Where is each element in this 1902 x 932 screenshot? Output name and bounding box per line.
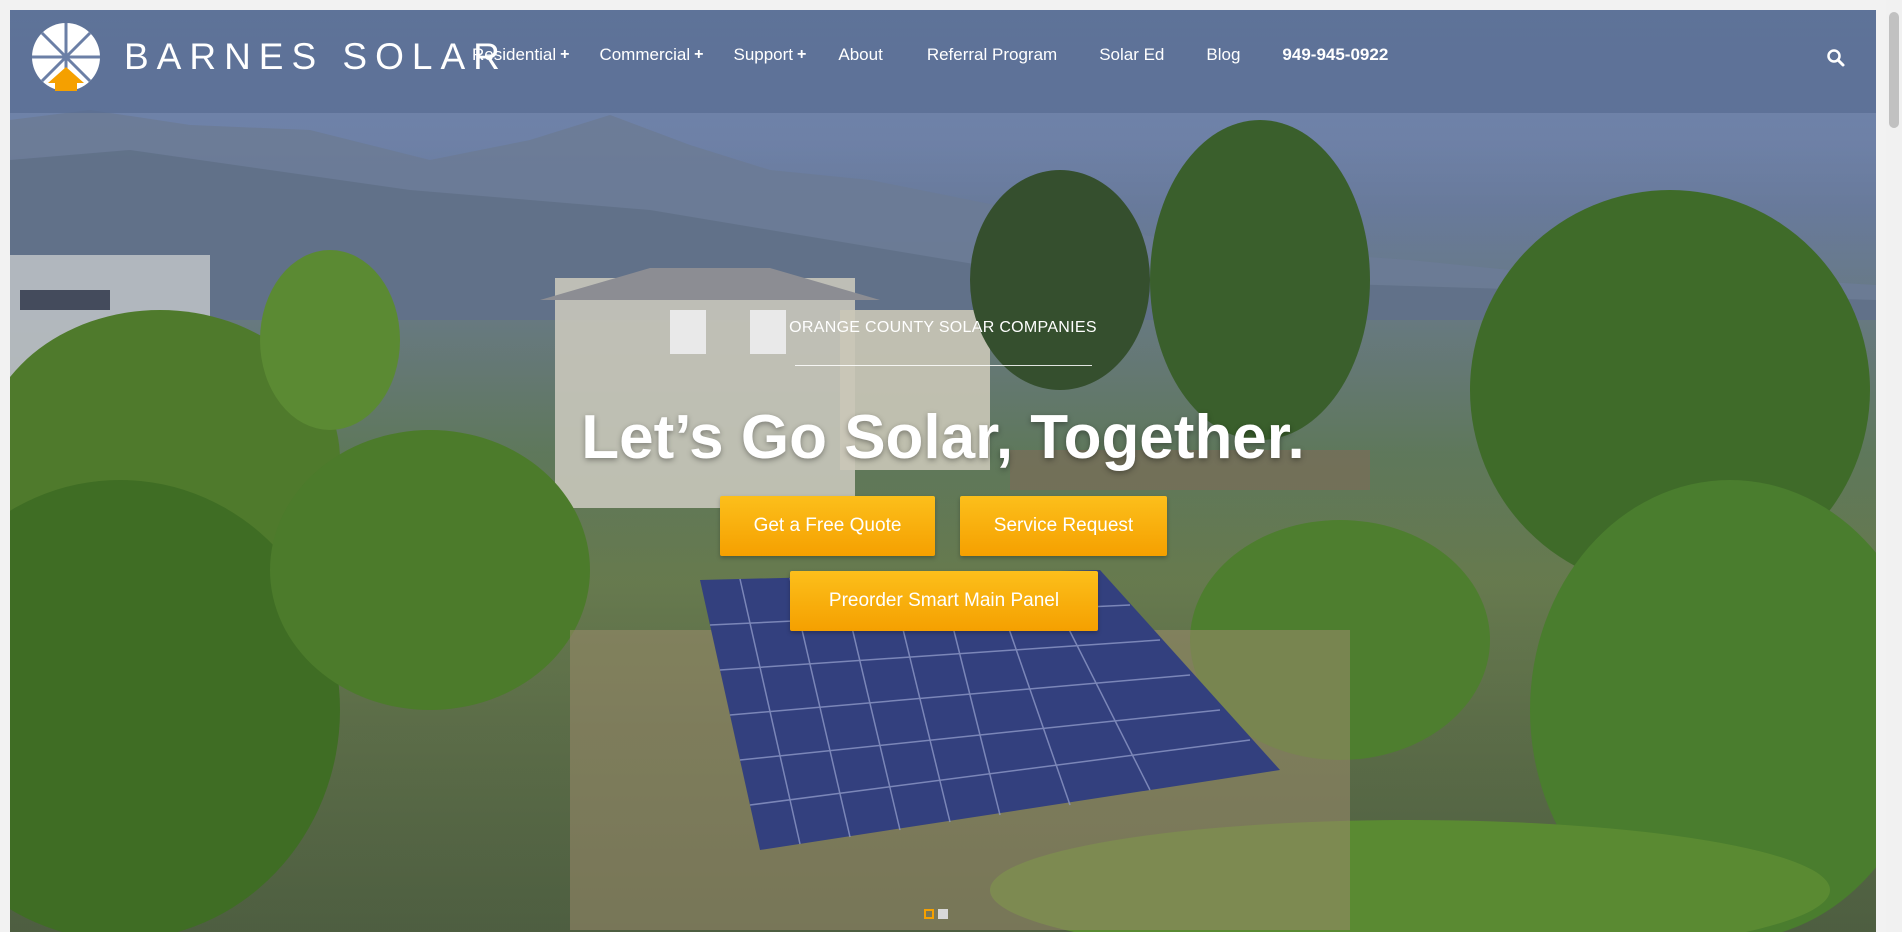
phone-link[interactable]: 949-945-0922 bbox=[1282, 45, 1388, 65]
plus-icon: + bbox=[560, 46, 570, 63]
sun-house-logo-icon bbox=[30, 21, 102, 93]
slider-pagination bbox=[924, 909, 948, 919]
slider-dot-2[interactable] bbox=[938, 909, 948, 919]
search-icon[interactable] bbox=[1826, 48, 1846, 68]
free-quote-button[interactable]: Get a Free Quote bbox=[720, 496, 935, 556]
slider-dot-1[interactable] bbox=[924, 909, 934, 919]
vertical-scrollbar[interactable] bbox=[1886, 0, 1902, 932]
nav-item-label: Commercial bbox=[599, 45, 691, 64]
plus-icon: + bbox=[694, 46, 704, 63]
nav-item-label: Blog bbox=[1206, 45, 1241, 64]
plus-icon: + bbox=[797, 46, 807, 63]
service-request-button[interactable]: Service Request bbox=[960, 496, 1167, 556]
scrollbar-thumb[interactable] bbox=[1889, 12, 1899, 128]
main-nav: Residential + Commercial + Support + Abo… bbox=[472, 45, 1388, 65]
hero-headline: Let’s Go Solar, Together. bbox=[581, 403, 1305, 472]
nav-item-referral-program[interactable]: Referral Program bbox=[927, 45, 1057, 65]
brand-name: BARNES SOLAR bbox=[124, 36, 508, 77]
top-navigation-bar: BARNES SOLAR Residential + Commercial + … bbox=[10, 10, 1876, 113]
tagline-divider bbox=[795, 365, 1092, 366]
brand-logo[interactable]: BARNES SOLAR bbox=[30, 21, 508, 93]
nav-item-blog[interactable]: Blog bbox=[1206, 45, 1240, 65]
preorder-panel-button[interactable]: Preorder Smart Main Panel bbox=[790, 571, 1098, 631]
nav-item-label: About bbox=[838, 45, 883, 64]
nav-item-support[interactable]: Support + bbox=[733, 45, 806, 65]
nav-item-label: Referral Program bbox=[926, 45, 1058, 64]
page-viewport: BARNES SOLAR Residential + Commercial + … bbox=[10, 10, 1876, 932]
nav-item-about[interactable]: About bbox=[838, 45, 882, 65]
hero-tagline: ORANGE COUNTY SOLAR COMPANIES bbox=[789, 319, 1097, 336]
nav-item-commercial[interactable]: Commercial + bbox=[599, 45, 703, 65]
nav-item-solar-ed[interactable]: Solar Ed bbox=[1099, 45, 1164, 65]
nav-item-label: Support bbox=[733, 45, 794, 64]
nav-item-label: Residential bbox=[472, 45, 557, 64]
nav-item-residential[interactable]: Residential + bbox=[472, 45, 569, 65]
nav-item-label: Solar Ed bbox=[1099, 45, 1165, 64]
